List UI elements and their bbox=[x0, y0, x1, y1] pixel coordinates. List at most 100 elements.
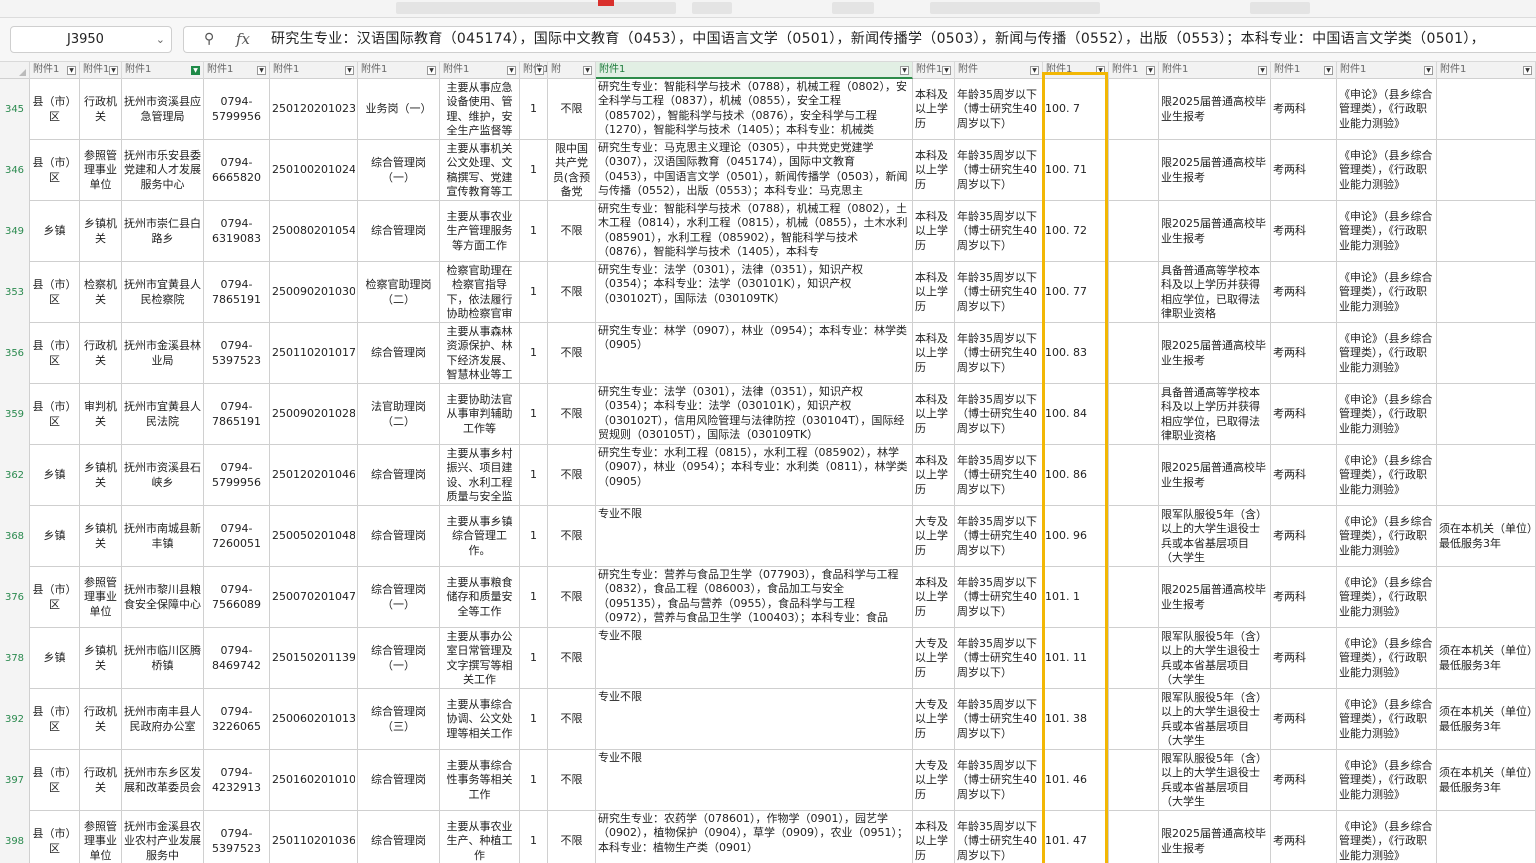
table-cell[interactable]: 250090201030 bbox=[270, 262, 358, 323]
table-cell[interactable]: 专业不限 bbox=[596, 750, 913, 811]
filter-dropdown-icon[interactable]: ▼ bbox=[1324, 66, 1333, 75]
table-cell[interactable] bbox=[1109, 140, 1159, 201]
table-cell[interactable]: 《申论》（县乡综合管理类），《行政职业能力测验》 bbox=[1337, 140, 1437, 201]
table-cell[interactable]: 参照管理事业单位 bbox=[80, 567, 122, 628]
table-cell[interactable]: 本科及以上学历 bbox=[913, 323, 955, 384]
table-cell[interactable] bbox=[1109, 689, 1159, 750]
select-all-corner[interactable] bbox=[0, 62, 30, 79]
filter-dropdown-icon[interactable]: ▼ bbox=[535, 66, 544, 75]
table-cell[interactable]: 专业不限 bbox=[596, 628, 913, 689]
table-cell[interactable] bbox=[1109, 445, 1159, 506]
column-header[interactable]: 附件1▼ bbox=[80, 62, 122, 79]
table-cell[interactable]: 抚州市资溪县石峡乡 bbox=[122, 445, 204, 506]
table-cell[interactable] bbox=[1437, 567, 1536, 628]
table-cell[interactable]: 1 bbox=[520, 750, 548, 811]
filter-dropdown-icon[interactable]: ▼ bbox=[67, 66, 76, 75]
table-cell[interactable]: 综合管理岗（三） bbox=[358, 689, 440, 750]
table-cell[interactable]: 考两科 bbox=[1271, 140, 1337, 201]
table-cell[interactable] bbox=[1437, 79, 1536, 140]
table-cell[interactable]: 年龄35周岁以下（博士研究生40周岁以下） bbox=[955, 384, 1043, 445]
table-cell[interactable]: 年龄35周岁以下（博士研究生40周岁以下） bbox=[955, 811, 1043, 863]
table-cell[interactable]: 250120201023 bbox=[270, 79, 358, 140]
table-cell[interactable]: 1 bbox=[520, 506, 548, 567]
table-cell[interactable]: 250090201028 bbox=[270, 384, 358, 445]
table-cell[interactable]: 抚州市临川区腾桥镇 bbox=[122, 628, 204, 689]
table-cell[interactable]: 100. 71 bbox=[1043, 140, 1109, 201]
table-cell[interactable]: 0794-5397523 bbox=[204, 323, 270, 384]
table-cell[interactable]: 0794-5799956 bbox=[204, 445, 270, 506]
table-cell[interactable]: 1 bbox=[520, 445, 548, 506]
table-cell[interactable]: 限2025届普通高校毕业生报考 bbox=[1159, 811, 1271, 863]
table-cell[interactable]: 250080201054 bbox=[270, 201, 358, 262]
column-header[interactable]: 附件1▼ bbox=[204, 62, 270, 79]
column-header[interactable]: 附件1▼ bbox=[1043, 62, 1109, 79]
table-cell[interactable]: 0794-6665820 bbox=[204, 140, 270, 201]
table-cell[interactable]: 主要从事农业生产、种植工作 bbox=[440, 811, 520, 863]
table-cell[interactable]: 县（市）区 bbox=[30, 384, 80, 445]
table-cell[interactable]: 检察机关 bbox=[80, 262, 122, 323]
row-number[interactable]: 362 bbox=[0, 445, 30, 506]
table-cell[interactable]: 考两科 bbox=[1271, 201, 1337, 262]
filter-dropdown-icon[interactable]: ▼ bbox=[1523, 66, 1532, 75]
table-cell[interactable]: 县（市）区 bbox=[30, 262, 80, 323]
table-cell[interactable]: 考两科 bbox=[1271, 79, 1337, 140]
column-header[interactable]: 附件1▼ bbox=[1437, 62, 1536, 79]
table-cell[interactable]: 不限 bbox=[548, 201, 596, 262]
table-cell[interactable]: 主要协助法官从事审判辅助工作等 bbox=[440, 384, 520, 445]
column-header[interactable]: 附 ▼ bbox=[548, 62, 596, 79]
table-cell[interactable]: 限军队服役5年（含）以上的大学生退役士兵或本省基层项目（大学生 bbox=[1159, 628, 1271, 689]
ribbon-group[interactable] bbox=[396, 2, 676, 14]
table-cell[interactable]: 本科及以上学历 bbox=[913, 567, 955, 628]
column-header[interactable]: 附件1▼ bbox=[440, 62, 520, 79]
column-header[interactable]: 附件1▼ bbox=[30, 62, 80, 79]
table-cell[interactable]: 抚州市金溪县农业农村产业发展服务中 bbox=[122, 811, 204, 863]
table-cell[interactable]: 250110201017 bbox=[270, 323, 358, 384]
row-number[interactable]: 349 bbox=[0, 201, 30, 262]
row-number[interactable]: 356 bbox=[0, 323, 30, 384]
table-cell[interactable] bbox=[1109, 811, 1159, 863]
table-cell[interactable]: 不限 bbox=[548, 79, 596, 140]
table-cell[interactable]: 0794-4232913 bbox=[204, 750, 270, 811]
column-header[interactable]: 附件1▼ bbox=[1337, 62, 1437, 79]
table-cell[interactable] bbox=[1437, 323, 1536, 384]
table-cell[interactable]: 综合管理岗 bbox=[358, 445, 440, 506]
table-cell[interactable]: 《申论》（县乡综合管理类），《行政职业能力测验》 bbox=[1337, 628, 1437, 689]
table-cell[interactable]: 考两科 bbox=[1271, 567, 1337, 628]
table-cell[interactable]: 主要从事乡镇综合管理工作。 bbox=[440, 506, 520, 567]
row-number[interactable]: 368 bbox=[0, 506, 30, 567]
ribbon-group[interactable] bbox=[1250, 2, 1310, 14]
table-cell[interactable]: 县（市）区 bbox=[30, 750, 80, 811]
table-cell[interactable]: 考两科 bbox=[1271, 750, 1337, 811]
table-cell[interactable]: 不限 bbox=[548, 628, 596, 689]
filter-dropdown-icon[interactable]: ▼ bbox=[583, 66, 592, 75]
table-cell[interactable]: 抚州市崇仁县白路乡 bbox=[122, 201, 204, 262]
table-cell[interactable] bbox=[1437, 445, 1536, 506]
table-cell[interactable]: 主要从事综合性事务等相关工作 bbox=[440, 750, 520, 811]
table-cell[interactable]: 250070201047 bbox=[270, 567, 358, 628]
table-cell[interactable] bbox=[1437, 384, 1536, 445]
table-cell[interactable]: 0794-7865191 bbox=[204, 262, 270, 323]
table-cell[interactable] bbox=[1109, 384, 1159, 445]
table-cell[interactable]: 101. 46 bbox=[1043, 750, 1109, 811]
table-cell[interactable]: 抚州市宜黄县人民法院 bbox=[122, 384, 204, 445]
table-cell[interactable]: 1 bbox=[520, 201, 548, 262]
table-cell[interactable]: 乡镇机关 bbox=[80, 628, 122, 689]
ribbon-group[interactable] bbox=[930, 2, 1100, 14]
magnifier-icon[interactable]: ⚲ bbox=[204, 31, 214, 47]
table-cell[interactable]: 250050201048 bbox=[270, 506, 358, 567]
table-cell[interactable]: 《申论》（县乡综合管理类），《行政职业能力测验》 bbox=[1337, 201, 1437, 262]
table-cell[interactable]: 年龄35周岁以下（博士研究生40周岁以下） bbox=[955, 750, 1043, 811]
table-cell[interactable]: 具备普通高等学校本科及以上学历并获得相应学位，已取得法律职业资格 bbox=[1159, 384, 1271, 445]
table-cell[interactable]: 考两科 bbox=[1271, 811, 1337, 863]
table-cell[interactable]: 年龄35周岁以下（博士研究生40周岁以下） bbox=[955, 262, 1043, 323]
table-cell[interactable]: 不限 bbox=[548, 323, 596, 384]
table-cell[interactable]: 限军队服役5年（含）以上的大学生退役士兵或本省基层项目（大学生 bbox=[1159, 750, 1271, 811]
table-cell[interactable]: 1 bbox=[520, 323, 548, 384]
ribbon-group[interactable] bbox=[692, 2, 732, 14]
table-cell[interactable]: 研究生专业：农药学（078601），作物学（0901），园艺学（0902），植物… bbox=[596, 811, 913, 863]
table-cell[interactable]: 考两科 bbox=[1271, 628, 1337, 689]
table-cell[interactable]: 参照管理事业单位 bbox=[80, 811, 122, 863]
formula-content[interactable]: 研究生专业：汉语国际教育（045174），国际中文教育（0453），中国语言文学… bbox=[271, 27, 1536, 52]
filter-dropdown-icon[interactable]: ▼ bbox=[1030, 66, 1039, 75]
table-cell[interactable]: 年龄35周岁以下（博士研究生40周岁以下） bbox=[955, 567, 1043, 628]
